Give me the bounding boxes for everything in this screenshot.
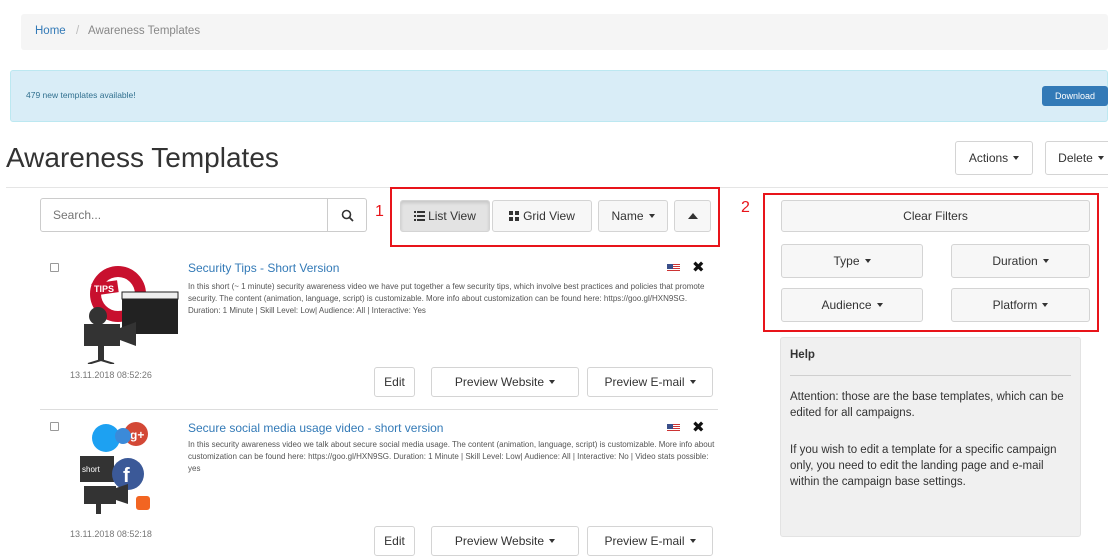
breadcrumb-home-link[interactable]: Home <box>35 25 66 37</box>
chevron-down-icon <box>1097 156 1104 160</box>
type-filter-label: Type <box>833 254 860 268</box>
delete-template-icon[interactable]: ✖ <box>692 260 705 275</box>
list-view-button[interactable]: List View <box>400 200 490 232</box>
chevron-down-icon <box>549 539 556 543</box>
preview-email-label: Preview E-mail <box>604 534 685 548</box>
grid-view-button[interactable]: Grid View <box>492 200 592 232</box>
search-icon <box>341 209 354 222</box>
template-list-item: TIPS Security Tips - Short Version ✖ In … <box>40 252 718 410</box>
template-title-link[interactable]: Secure social media usage video - short … <box>188 421 443 435</box>
template-select-checkbox[interactable] <box>50 422 59 431</box>
template-date: 13.11.2018 08:52:18 <box>70 529 152 539</box>
platform-filter-dropdown[interactable]: Platform <box>951 288 1090 322</box>
list-view-label: List View <box>428 209 476 223</box>
page-title: Awareness Templates <box>6 142 279 173</box>
edit-label: Edit <box>384 375 405 389</box>
delete-template-icon[interactable]: ✖ <box>692 420 705 435</box>
clear-filters-button[interactable]: Clear Filters <box>781 200 1090 232</box>
breadcrumb-current: Awareness Templates <box>88 25 201 37</box>
chevron-down-icon <box>689 539 696 543</box>
svg-text:f: f <box>123 465 130 487</box>
help-panel: Help Attention: those are the base templ… <box>780 337 1081 537</box>
us-flag-icon <box>667 424 680 432</box>
svg-text:TIPS: TIPS <box>94 284 114 294</box>
new-templates-notice: 479 new templates available! Download <box>10 70 1108 122</box>
list-icon <box>414 211 426 221</box>
type-filter-dropdown[interactable]: Type <box>781 244 923 278</box>
chevron-down-icon <box>1013 156 1020 160</box>
audience-filter-dropdown[interactable]: Audience <box>781 288 923 322</box>
help-paragraph-2: If you wish to edit a template for a spe… <box>790 444 1057 488</box>
annotation-label-2: 2 <box>741 199 750 216</box>
platform-filter-label: Platform <box>992 298 1038 312</box>
chevron-down-icon <box>1042 259 1049 263</box>
help-divider <box>790 375 1071 376</box>
chevron-down-icon <box>549 380 556 384</box>
preview-website-label: Preview Website <box>454 375 545 389</box>
edit-button[interactable]: Edit <box>374 367 415 397</box>
clear-filters-label: Clear Filters <box>903 209 968 223</box>
chevron-down-icon <box>864 259 871 263</box>
help-paragraph-1: Attention: those are the base templates,… <box>790 391 1064 419</box>
security-tips-thumbnail: TIPS <box>84 266 179 364</box>
edit-label: Edit <box>384 534 405 548</box>
download-button[interactable]: Download <box>1042 86 1108 106</box>
preview-website-dropdown[interactable]: Preview Website <box>431 367 579 397</box>
sort-by-label: Name <box>611 209 644 223</box>
delete-label: Delete <box>1058 151 1093 165</box>
svg-text:short: short <box>82 465 101 474</box>
actions-label: Actions <box>968 151 1009 165</box>
duration-filter-dropdown[interactable]: Duration <box>951 244 1090 278</box>
social-media-thumbnail: g+ short f <box>80 422 150 514</box>
grid-icon <box>509 211 520 221</box>
preview-email-label: Preview E-mail <box>604 375 685 389</box>
duration-filter-label: Duration <box>992 254 1038 268</box>
chevron-down-icon <box>1042 303 1049 307</box>
annotation-label-1: 1 <box>375 203 384 220</box>
notice-text: 479 new templates available! <box>26 90 136 100</box>
delete-dropdown[interactable]: Delete <box>1045 141 1108 175</box>
breadcrumb-separator: / <box>76 25 80 37</box>
template-title-link[interactable]: Security Tips - Short Version <box>188 261 339 275</box>
template-description: In this security awareness video we talk… <box>188 440 715 473</box>
search-group <box>40 198 367 232</box>
audience-filter-label: Audience <box>821 298 872 312</box>
grid-view-label: Grid View <box>523 209 575 223</box>
actions-dropdown[interactable]: Actions <box>955 141 1033 175</box>
svg-text:g+: g+ <box>130 428 144 442</box>
sort-direction-button[interactable] <box>674 200 711 232</box>
template-date: 13.11.2018 08:52:26 <box>70 370 152 380</box>
preview-website-label: Preview Website <box>454 534 545 548</box>
search-input[interactable] <box>40 198 328 232</box>
template-select-checkbox[interactable] <box>50 263 59 272</box>
template-list-item: g+ short f Secure social media usage vid… <box>40 410 718 556</box>
arrow-up-icon <box>687 213 698 219</box>
chevron-down-icon <box>876 303 883 307</box>
help-title: Help <box>790 349 815 361</box>
template-description: In this short (~ 1 minute) security awar… <box>188 282 705 315</box>
search-button[interactable] <box>328 198 367 232</box>
preview-email-dropdown[interactable]: Preview E-mail <box>587 367 713 397</box>
us-flag-icon <box>667 264 680 272</box>
chevron-down-icon <box>689 380 696 384</box>
sort-by-dropdown[interactable]: Name <box>598 200 668 232</box>
chevron-down-icon <box>648 214 655 218</box>
breadcrumb: Home / Awareness Templates <box>21 14 1108 50</box>
